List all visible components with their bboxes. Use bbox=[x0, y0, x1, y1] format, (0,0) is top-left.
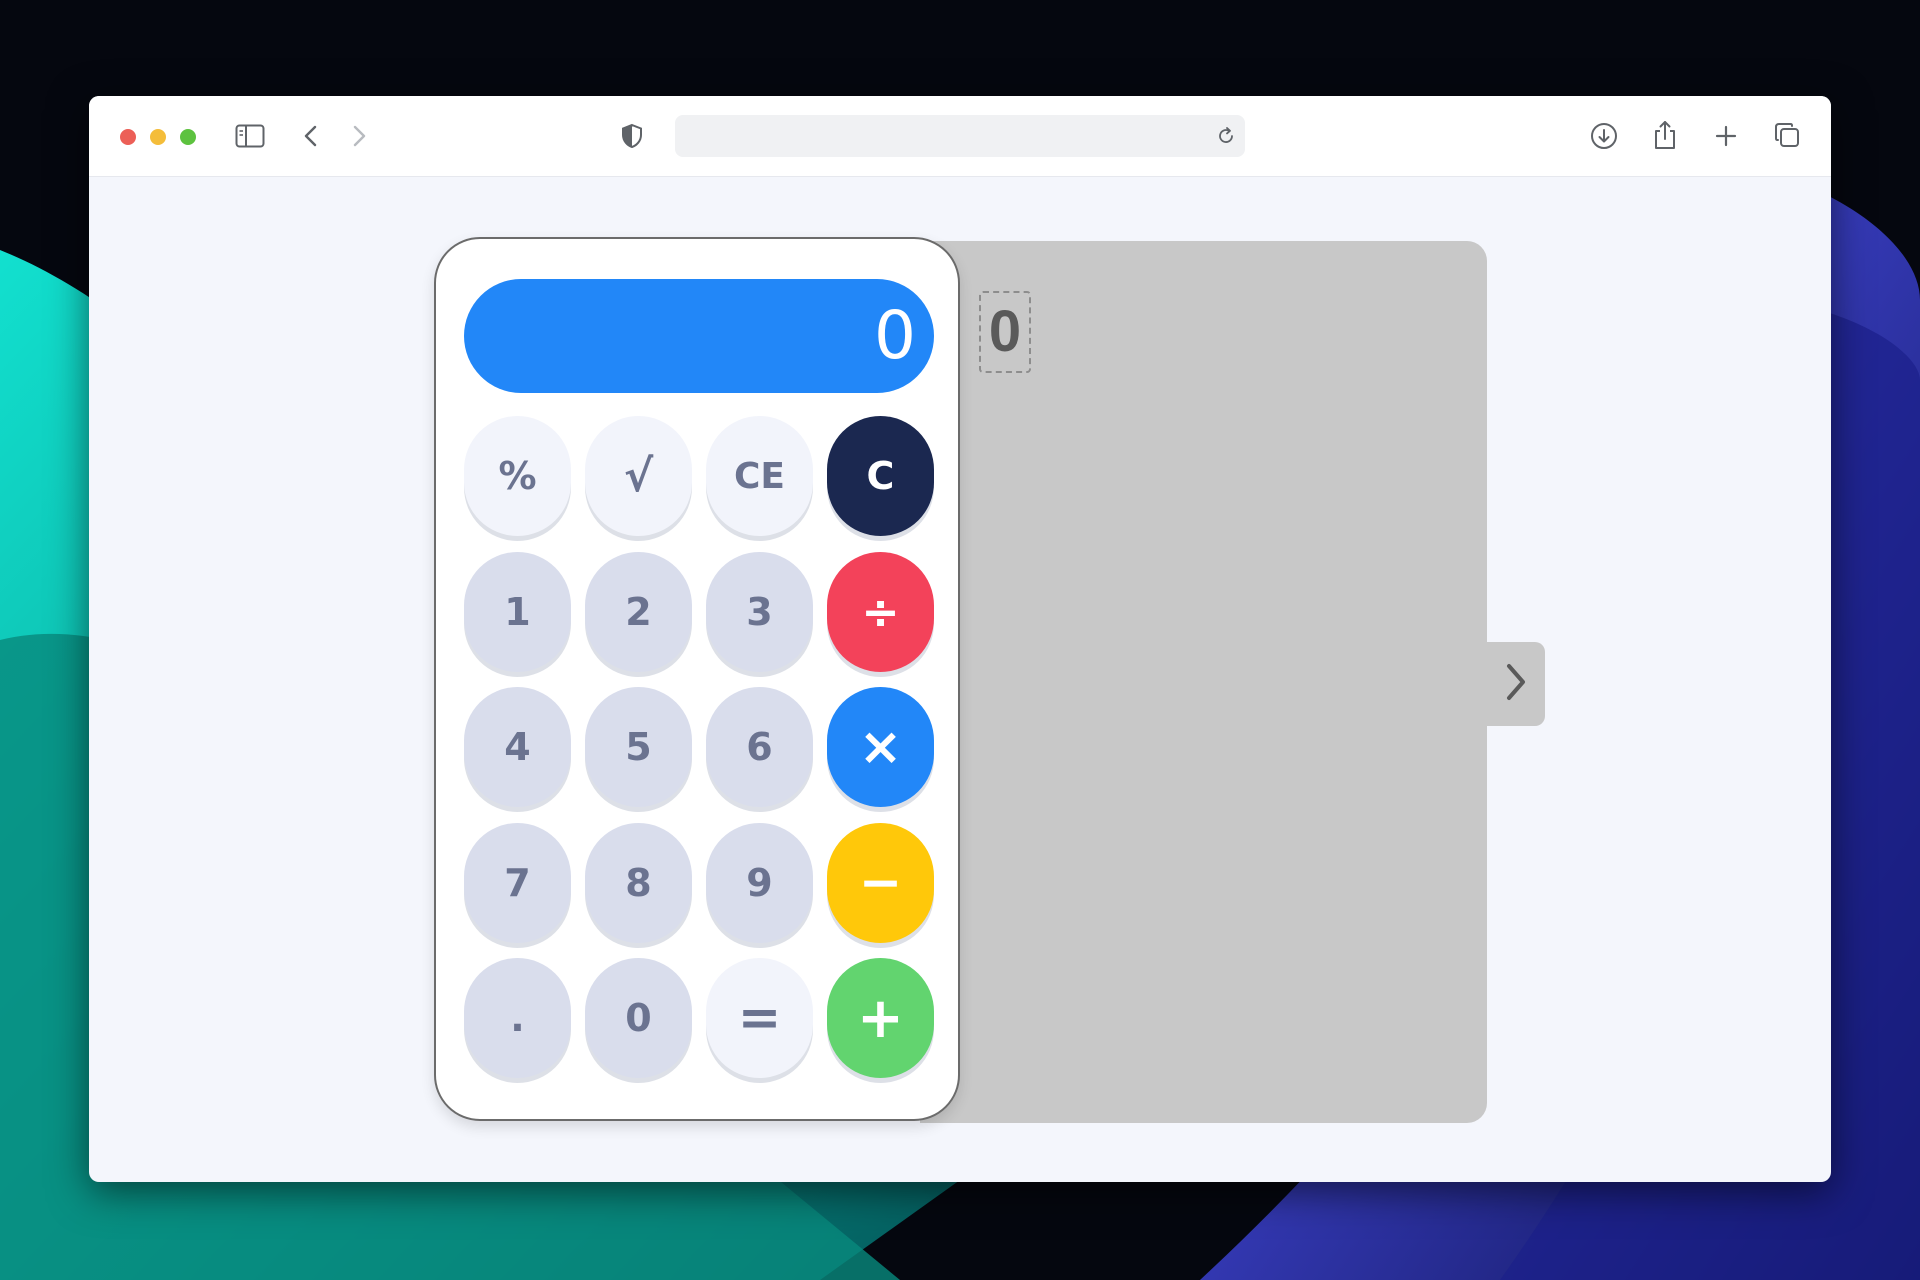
calculator: 0 % √ CE C 1 2 3 ÷ 4 5 6 × 7 8 9 − . 0 =… bbox=[434, 237, 960, 1121]
tabs-overview-icon[interactable] bbox=[1771, 119, 1803, 151]
square-root-button[interactable]: √ bbox=[585, 416, 692, 536]
digit-2-button[interactable]: 2 bbox=[585, 552, 692, 672]
digit-4-button[interactable]: 4 bbox=[464, 687, 571, 807]
download-icon[interactable] bbox=[1588, 120, 1620, 152]
digit-9-button[interactable]: 9 bbox=[706, 823, 813, 943]
calculator-display: 0 bbox=[464, 279, 934, 393]
clear-entry-button[interactable]: CE bbox=[706, 416, 813, 536]
multiply-button[interactable]: × bbox=[827, 687, 934, 807]
zoom-window-button[interactable] bbox=[180, 129, 196, 145]
side-panel: 0 bbox=[920, 241, 1487, 1123]
digit-1-button[interactable]: 1 bbox=[464, 552, 571, 672]
new-tab-icon[interactable] bbox=[1711, 120, 1741, 152]
display-value: 0 bbox=[874, 297, 916, 374]
digit-5-button[interactable]: 5 bbox=[585, 687, 692, 807]
expand-panel-tab[interactable] bbox=[1487, 642, 1545, 726]
clear-button[interactable]: C bbox=[827, 416, 934, 536]
browser-toolbar bbox=[89, 96, 1831, 177]
address-bar[interactable] bbox=[675, 115, 1245, 157]
mirror-display: 0 bbox=[979, 291, 1031, 373]
chevron-right-icon bbox=[1502, 660, 1530, 708]
decimal-button[interactable]: . bbox=[464, 958, 571, 1078]
shield-icon[interactable] bbox=[619, 120, 645, 152]
subtract-button[interactable]: − bbox=[827, 823, 934, 943]
digit-3-button[interactable]: 3 bbox=[706, 552, 813, 672]
reload-icon[interactable] bbox=[1215, 125, 1237, 147]
share-icon[interactable] bbox=[1649, 117, 1681, 153]
digit-7-button[interactable]: 7 bbox=[464, 823, 571, 943]
add-button[interactable]: + bbox=[827, 958, 934, 1078]
sidebar-icon[interactable] bbox=[234, 121, 266, 151]
back-icon[interactable] bbox=[299, 121, 323, 151]
equals-button[interactable]: = bbox=[706, 958, 813, 1078]
close-window-button[interactable] bbox=[120, 129, 136, 145]
browser-window: 0 0 % √ CE C 1 2 3 ÷ 4 5 6 × 7 8 9 − . 0… bbox=[89, 96, 1831, 1182]
digit-6-button[interactable]: 6 bbox=[706, 687, 813, 807]
percent-button[interactable]: % bbox=[464, 416, 571, 536]
minimize-window-button[interactable] bbox=[150, 129, 166, 145]
digit-0-button[interactable]: 0 bbox=[585, 958, 692, 1078]
divide-button[interactable]: ÷ bbox=[827, 552, 934, 672]
digit-8-button[interactable]: 8 bbox=[585, 823, 692, 943]
forward-icon[interactable] bbox=[347, 121, 371, 151]
page-content: 0 0 % √ CE C 1 2 3 ÷ 4 5 6 × 7 8 9 − . 0… bbox=[89, 177, 1831, 1182]
